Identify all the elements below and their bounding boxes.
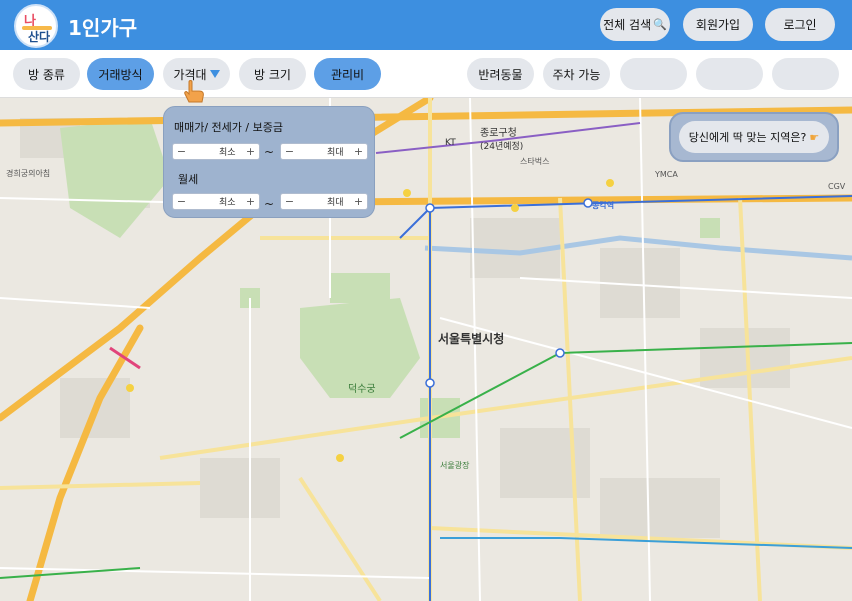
map-label-jonggak: 종각역 bbox=[592, 201, 615, 210]
filter-maintenance[interactable]: 관리비 bbox=[314, 58, 381, 90]
region-recommend-label: 당신에게 딱 맞는 지역은? bbox=[688, 131, 807, 144]
filter-bar: 방 종류 거래방식 가격대 방 크기 관리비 반려동물 주차 가능 bbox=[0, 50, 852, 98]
filter-maintenance-label: 관리비 bbox=[330, 67, 365, 82]
pointing-hand-icon: ☛ bbox=[809, 130, 820, 144]
plus-icon[interactable]: + bbox=[243, 194, 258, 209]
login-button[interactable]: 로그인 bbox=[765, 8, 835, 41]
filter-pets-label: 반려동물 bbox=[478, 67, 523, 82]
logo-text-bottom: 산다 bbox=[28, 30, 51, 44]
monthly-max-value: 최대 bbox=[327, 198, 344, 208]
signup-button[interactable]: 회원가입 bbox=[683, 8, 753, 41]
login-button-label: 로그인 bbox=[783, 18, 817, 32]
jongno-office-sub-text: (24년예정) bbox=[480, 142, 524, 152]
app-title: 1인가구 bbox=[68, 16, 138, 40]
filter-pets[interactable]: 반려동물 bbox=[467, 58, 534, 90]
filter-parking-label: 주차 가능 bbox=[552, 67, 601, 82]
filter-deal-type-label: 거래방식 bbox=[98, 67, 143, 82]
deposit-max-input[interactable]: − 최대 + bbox=[280, 143, 368, 160]
filter-room-size-label: 방 크기 bbox=[254, 67, 291, 82]
map-label-cgv: CGV bbox=[828, 182, 846, 191]
map-label-deoksugung: 덕수궁 bbox=[348, 384, 376, 395]
monthly-max-input[interactable]: − 최대 + bbox=[280, 193, 368, 210]
map-view[interactable]: 종로구청 (24년예정) KT 스타벅스 종각역 YMCA CGV 덕수궁 서울… bbox=[0, 98, 852, 601]
map-label-kt: KT bbox=[445, 138, 456, 148]
map-canvas bbox=[0, 98, 852, 601]
map-label-seoul-plaza: 서울광장 bbox=[440, 461, 470, 470]
hand-cursor-icon bbox=[184, 80, 204, 103]
map-label-jongno-office: 종로구청 (24년예정) bbox=[480, 124, 523, 152]
map-label-starbucks: 스타벅스 bbox=[520, 157, 550, 166]
plus-icon[interactable]: + bbox=[351, 194, 366, 209]
dropdown-triangle-icon bbox=[209, 70, 220, 78]
filter-room-size[interactable]: 방 크기 bbox=[239, 58, 306, 90]
jongno-office-text: 종로구청 bbox=[480, 128, 517, 139]
minus-icon[interactable]: − bbox=[282, 144, 297, 159]
deposit-max-value: 최대 bbox=[327, 148, 344, 158]
plus-icon[interactable]: + bbox=[243, 144, 258, 159]
filter-room-type-label: 방 종류 bbox=[28, 67, 65, 82]
filter-empty-3[interactable] bbox=[772, 58, 839, 90]
range-tilde: ~ bbox=[264, 197, 275, 211]
minus-icon[interactable]: − bbox=[282, 194, 297, 209]
monthly-min-input[interactable]: − 최소 + bbox=[172, 193, 260, 210]
search-button-label: 전체 검색 bbox=[603, 18, 652, 32]
deposit-min-input[interactable]: − 최소 + bbox=[172, 143, 260, 160]
region-recommend-button[interactable]: 당신에게 딱 맞는 지역은? ☛ bbox=[679, 121, 829, 153]
app-logo[interactable]: 나 산다 bbox=[14, 4, 58, 48]
region-recommend-panel: 당신에게 딱 맞는 지역은? ☛ bbox=[669, 112, 839, 162]
app-header: 나 산다 1인가구 전체 검색 🔍 회원가입 로그인 bbox=[0, 0, 852, 50]
filter-empty-2[interactable] bbox=[696, 58, 763, 90]
map-label-ymca: YMCA bbox=[655, 170, 678, 179]
filter-empty-1[interactable] bbox=[620, 58, 687, 90]
filter-room-type[interactable]: 방 종류 bbox=[13, 58, 80, 90]
monthly-min-value: 최소 bbox=[219, 198, 236, 208]
plus-icon[interactable]: + bbox=[351, 144, 366, 159]
filter-parking[interactable]: 주차 가능 bbox=[543, 58, 610, 90]
minus-icon[interactable]: − bbox=[174, 144, 189, 159]
monthly-section-label: 월세 bbox=[178, 173, 199, 186]
search-icon: 🔍 bbox=[653, 18, 667, 31]
filter-deal-type[interactable]: 거래방식 bbox=[87, 58, 154, 90]
deposit-min-value: 최소 bbox=[219, 148, 236, 158]
map-label-gyeonghuigung: 경희궁의아침 bbox=[6, 169, 51, 178]
range-tilde: ~ bbox=[264, 145, 275, 159]
signup-button-label: 회원가입 bbox=[695, 18, 741, 32]
minus-icon[interactable]: − bbox=[174, 194, 189, 209]
deposit-section-label: 매매가/ 전세가 / 보증금 bbox=[174, 121, 283, 134]
map-label-city-hall: 서울특별시청 bbox=[438, 332, 505, 346]
price-filter-popup: 매매가/ 전세가 / 보증금 − 최소 + ~ − 최대 + 월세 − 최소 +… bbox=[163, 106, 375, 218]
search-button[interactable]: 전체 검색 🔍 bbox=[600, 8, 670, 41]
